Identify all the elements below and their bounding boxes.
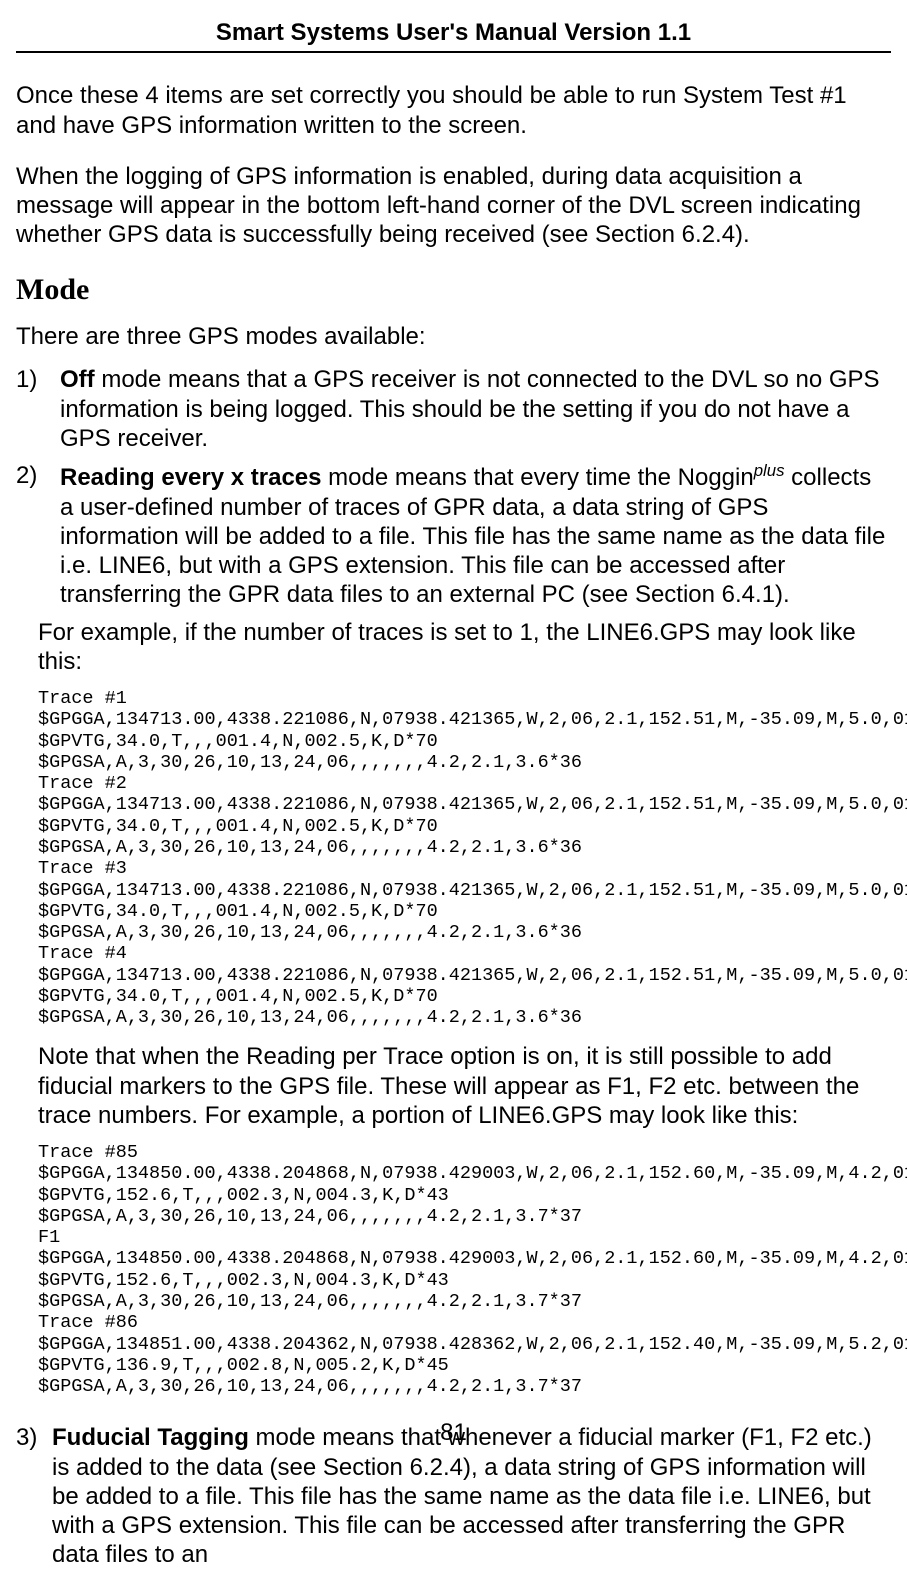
header-rule (16, 51, 891, 53)
superscript: plus (754, 461, 785, 480)
code-block: Trace #1 $GPGGA,134713.00,4338.221086,N,… (38, 688, 891, 1028)
paragraph: There are three GPS modes available: (16, 322, 891, 351)
list-body: Off mode means that a GPS receiver is no… (60, 365, 891, 453)
page-number: 81 (0, 1418, 907, 1447)
paragraph: For example, if the number of traces is … (38, 618, 891, 677)
list-item-1: 1) Off mode means that a GPS receiver is… (16, 365, 891, 453)
code-block: Trace #85 $GPGGA,134850.00,4338.204868,N… (38, 1142, 891, 1397)
list-text: mode means that a GPS receiver is not co… (60, 366, 880, 452)
list-number: 2) (16, 461, 60, 609)
paragraph: When the logging of GPS information is e… (16, 162, 891, 250)
page-header: Smart Systems User's Manual Version 1.1 (16, 18, 891, 47)
list-item-2: 2) Reading every x traces mode means tha… (16, 461, 891, 609)
paragraph: Note that when the Reading per Trace opt… (38, 1042, 891, 1130)
paragraph: Once these 4 items are set correctly you… (16, 81, 891, 140)
list-bold-term: Reading every x traces (60, 464, 321, 491)
section-heading: Mode (16, 272, 891, 309)
list-bold-term: Off (60, 366, 95, 393)
list-body: Reading every x traces mode means that e… (60, 461, 891, 609)
list-number: 1) (16, 365, 60, 453)
list-text: mode means that every time the Noggin (321, 464, 753, 491)
